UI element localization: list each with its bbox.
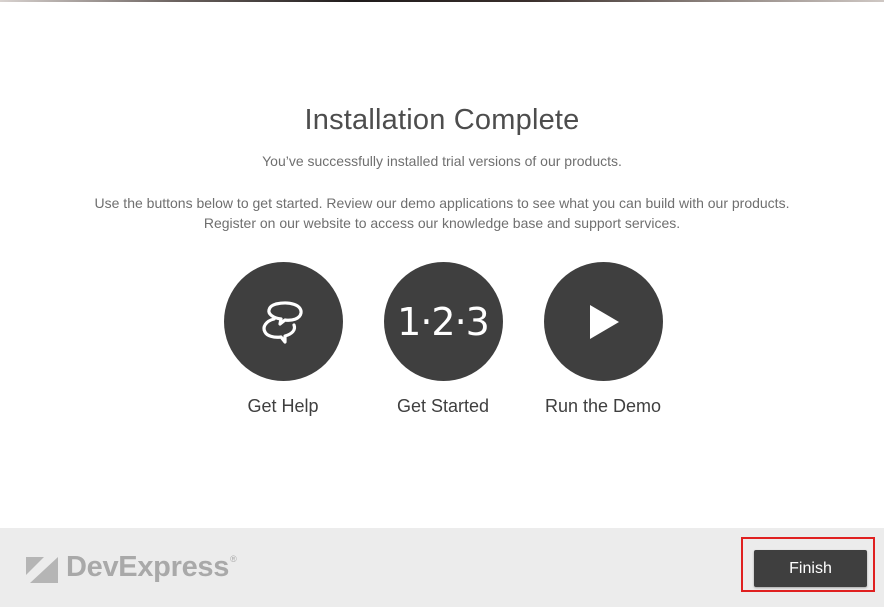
finish-button[interactable]: Finish: [754, 550, 867, 587]
description-line-1: Use the buttons below to get started. Re…: [94, 195, 790, 211]
steps-123-icon: 1·2·3: [397, 299, 490, 344]
get-help-circle[interactable]: [223, 262, 343, 381]
page-subtitle: You’ve successfully installed trial vers…: [262, 153, 622, 169]
page-description: Use the buttons below to get started. Re…: [0, 193, 884, 233]
get-started-button[interactable]: 1·2·3 Get Started: [363, 262, 523, 417]
play-icon: [590, 304, 619, 339]
devexpress-logo: DevExpress ®: [26, 550, 237, 584]
page-title: Installation Complete: [304, 104, 580, 136]
footer-bar: DevExpress ® Finish: [0, 528, 884, 607]
run-demo-label: Run the Demo: [544, 396, 662, 416]
get-started-circle[interactable]: 1·2·3: [383, 262, 503, 381]
get-help-button[interactable]: Get Help: [203, 262, 363, 417]
get-help-label: Get Help: [247, 396, 319, 416]
registered-mark: ®: [230, 554, 237, 564]
devexpress-logo-icon: [26, 557, 58, 583]
action-buttons: Get Help 1·2·3 Get Started Run the Demo: [0, 262, 884, 422]
top-strip: [0, 0, 884, 2]
get-started-label: Get Started: [396, 396, 490, 416]
chat-bubbles-icon: [262, 300, 303, 344]
run-demo-circle[interactable]: [543, 262, 663, 381]
run-demo-button[interactable]: Run the Demo: [523, 262, 683, 417]
brand-name: DevExpress: [66, 550, 230, 583]
description-line-2: Register on our website to access our kn…: [203, 215, 681, 231]
